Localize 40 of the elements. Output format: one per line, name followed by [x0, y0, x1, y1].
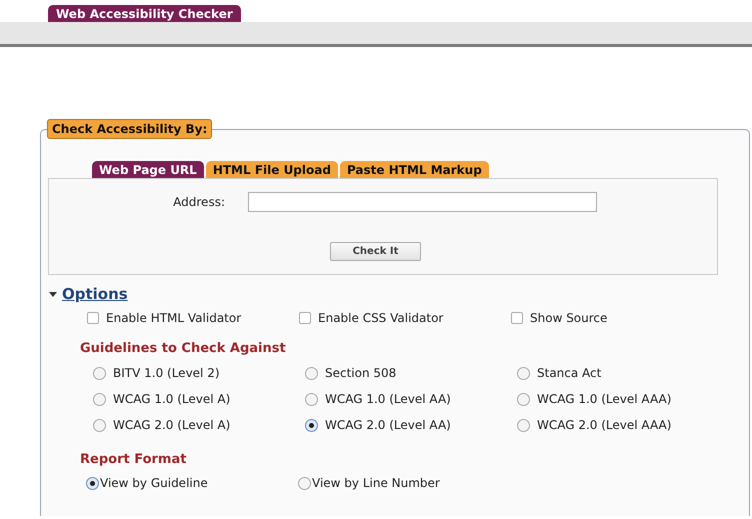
options-link[interactable]: Options	[62, 285, 128, 303]
caret-icon[interactable]	[49, 292, 57, 296]
radio-label: WCAG 1.0 (Level A)	[113, 392, 230, 406]
tab[interactable]: HTML File Upload	[206, 161, 338, 178]
radio-label: View by Guideline	[100, 476, 208, 490]
radio-button[interactable]	[517, 366, 530, 380]
form-legend: Check Accessibility By:	[47, 119, 212, 139]
check-button[interactable]: Check It	[330, 242, 421, 261]
section-heading: Report Format	[80, 452, 188, 467]
radio-label: WCAG 1.0 (Level AAA)	[537, 392, 672, 406]
radio-label: View by Line Number	[312, 476, 440, 490]
tab[interactable]: Paste HTML Markup	[340, 161, 489, 178]
radio-button[interactable]	[86, 476, 99, 490]
radio-label: Stanca Act	[537, 366, 602, 380]
radio-button[interactable]	[305, 392, 318, 406]
radio-label: WCAG 2.0 (Level AA)	[325, 418, 451, 432]
radio-button[interactable]	[93, 392, 106, 406]
address-field[interactable]	[248, 192, 597, 212]
radio-button[interactable]	[305, 418, 318, 432]
checkbox[interactable]	[299, 312, 311, 324]
radio-button[interactable]	[93, 418, 106, 432]
radio-button[interactable]	[305, 366, 318, 380]
radio-button[interactable]	[298, 476, 311, 490]
tab[interactable]: Web Page URL	[92, 161, 204, 178]
checkbox[interactable]	[87, 312, 99, 324]
address-label: Address:	[172, 195, 225, 209]
radio-label: WCAG 1.0 (Level AA)	[325, 392, 451, 406]
radio-button[interactable]	[93, 366, 106, 380]
checkbox-label: Enable HTML Validator	[106, 311, 242, 325]
section-heading: Guidelines to Check Against	[80, 341, 287, 356]
checkbox[interactable]	[511, 312, 523, 324]
radio-button[interactable]	[517, 392, 530, 406]
radio-label: BITV 1.0 (Level 2)	[113, 366, 220, 380]
checkbox-label: Enable CSS Validator	[318, 311, 444, 325]
checkbox-label: Show Source	[530, 311, 608, 325]
radio-label: Section 508	[325, 366, 396, 380]
radio-label: WCAG 2.0 (Level AAA)	[537, 418, 672, 432]
header-tab[interactable]: Web Accessibility Checker	[48, 5, 241, 22]
radio-button[interactable]	[517, 418, 530, 432]
radio-label: WCAG 2.0 (Level A)	[113, 418, 230, 432]
